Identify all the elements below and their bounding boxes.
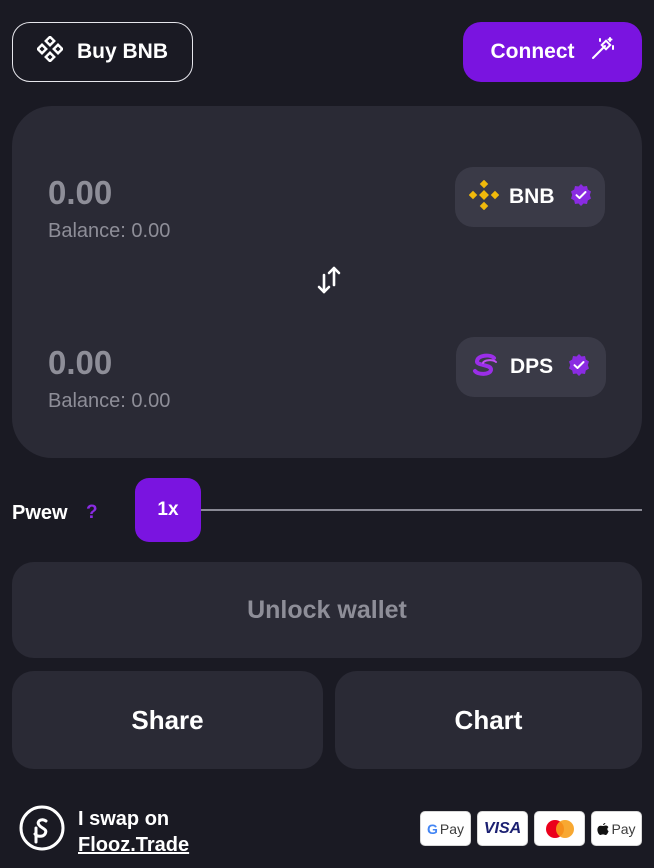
help-icon[interactable]: ? xyxy=(86,502,98,524)
applepay-icon: Pay xyxy=(591,811,642,846)
from-token-selector[interactable]: BNB xyxy=(455,167,605,227)
from-amount-input[interactable]: 0.00 xyxy=(48,174,112,212)
to-token-name: DPS xyxy=(510,355,554,378)
mastercard-icon xyxy=(534,811,585,846)
visa-label: VISA xyxy=(483,819,522,837)
swap-direction-button[interactable] xyxy=(311,264,347,300)
from-token-name: BNB xyxy=(509,185,555,208)
to-balance: Balance: 0.00 xyxy=(48,390,171,412)
flooz-trade-link[interactable]: Flooz.Trade xyxy=(78,834,189,857)
from-balance: Balance: 0.00 xyxy=(48,220,171,242)
payment-methods: G Pay VISA Pay xyxy=(420,811,642,846)
applepay-label: Pay xyxy=(611,820,636,837)
multiplier-slider-track[interactable] xyxy=(200,509,642,511)
buy-bnb-button[interactable]: Buy BNB xyxy=(12,22,193,82)
to-token-selector[interactable]: DPS xyxy=(456,337,606,397)
buy-bnb-label: Buy BNB xyxy=(76,40,168,63)
bnb-icon xyxy=(468,179,500,215)
swap-arrows-icon xyxy=(314,265,344,300)
to-amount-input[interactable]: 0.00 xyxy=(48,344,112,382)
bnb-icon xyxy=(36,35,64,68)
footer-tagline: I swap on xyxy=(78,808,170,830)
gpay-icon: G Pay xyxy=(420,811,471,846)
verified-check-icon xyxy=(567,353,591,382)
gpay-label: Pay xyxy=(439,820,464,837)
visa-icon: VISA xyxy=(477,811,528,846)
connect-label: Connect xyxy=(490,40,575,63)
unlock-wallet-button[interactable]: Unlock wallet xyxy=(12,562,642,658)
verified-check-icon xyxy=(569,183,593,212)
share-button[interactable]: Share xyxy=(12,671,323,769)
chart-button[interactable]: Chart xyxy=(335,671,642,769)
swap-card: 0.00 Balance: 0.00 BNB 0.00 Balance: 0.0… xyxy=(12,106,642,458)
magic-wand-icon xyxy=(589,36,615,68)
flooz-logo-icon[interactable] xyxy=(18,804,66,852)
multiplier-label: Pwew xyxy=(12,502,68,524)
dps-icon xyxy=(470,350,500,385)
multiplier-slider-handle[interactable]: 1x xyxy=(135,478,201,542)
connect-button[interactable]: Connect xyxy=(463,22,642,82)
